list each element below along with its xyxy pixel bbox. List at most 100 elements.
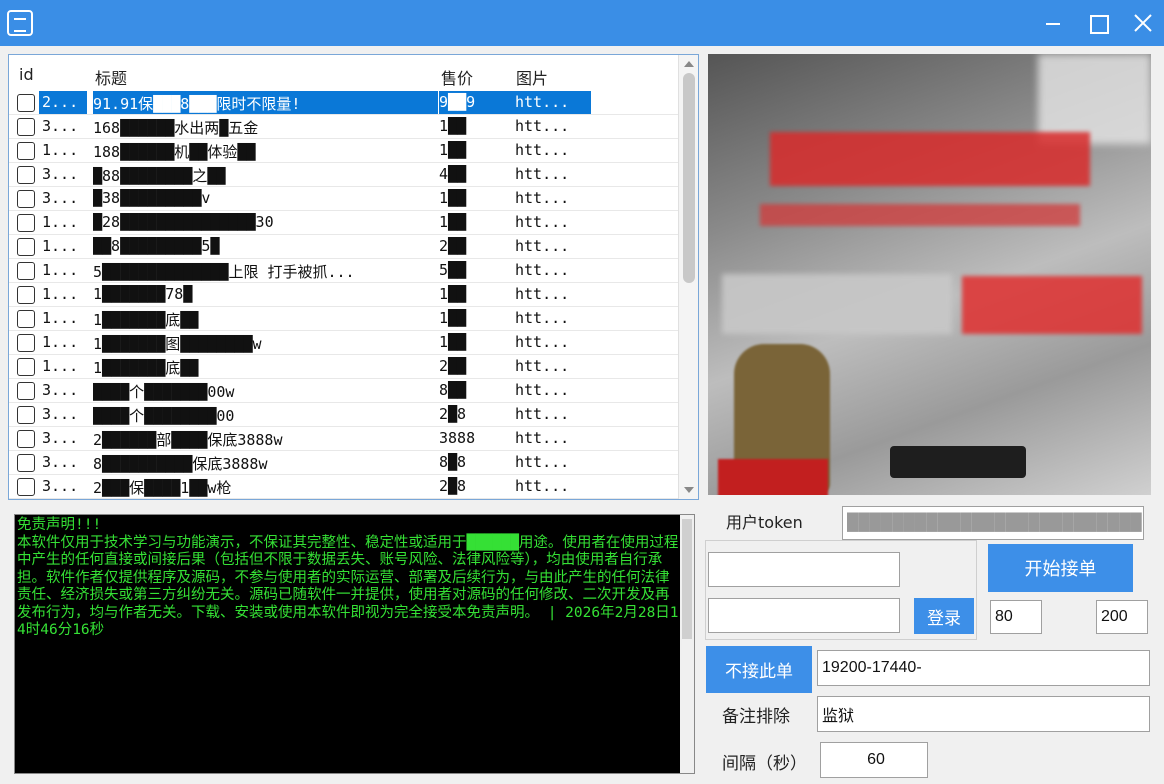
row-title: ████个████████00 (93, 407, 235, 425)
row-title: 1███████图████████w (93, 335, 262, 353)
row-id: 3... (42, 189, 79, 207)
row-price: 9██9 (439, 91, 515, 114)
table-header: id 标题 售价 图片 (9, 55, 679, 91)
row-checkbox[interactable] (17, 262, 35, 280)
row-title: 1███████底██ (93, 359, 199, 377)
table-row[interactable]: 3... ████个███████00w 8██ htt... (9, 379, 679, 403)
poster-character (718, 459, 828, 495)
row-id: 1... (42, 261, 79, 279)
row-checkbox[interactable] (17, 310, 35, 328)
row-id: 1... (42, 309, 79, 327)
table-row[interactable]: 3... █88████████之██ 4██ htt... (9, 163, 679, 187)
row-image-url: htt... (515, 237, 570, 255)
row-id: 3... (42, 405, 79, 423)
scroll-thumb[interactable] (683, 73, 695, 283)
table-row[interactable]: 3... 8██████████保底3888w 8█8 htt... (9, 451, 679, 475)
product-table: id 标题 售价 图片 2... 91.91保███8███限时不限量! 9██9 h… (8, 54, 699, 500)
row-id: 3... (42, 381, 79, 399)
row-checkbox[interactable] (17, 118, 35, 136)
row-checkbox[interactable] (17, 406, 35, 424)
table-row[interactable]: 1... 1███████底██ 2██ htt... (9, 355, 679, 379)
table-row[interactable]: 1... ██8█████████5█ 2██ htt... (9, 235, 679, 259)
row-title: █88████████之██ (93, 167, 226, 185)
row-checkbox[interactable] (17, 286, 35, 304)
table-row[interactable]: 1... 5██████████████上限 打手被抓... 5██ htt... (9, 259, 679, 283)
row-checkbox[interactable] (17, 358, 35, 376)
row-id: 3... (42, 117, 79, 135)
row-price: 8█8 (439, 453, 467, 471)
column-header-title[interactable]: 标题 (95, 65, 127, 89)
row-checkbox[interactable] (17, 142, 35, 160)
title-bar (0, 0, 1164, 46)
max-price-input[interactable]: 200 (1096, 600, 1148, 634)
column-header-price[interactable]: 售价 (441, 65, 473, 89)
row-checkbox[interactable] (17, 238, 35, 256)
scroll-up-icon[interactable] (684, 61, 694, 67)
close-icon (1134, 14, 1152, 32)
password-input[interactable] (708, 598, 900, 633)
close-button[interactable] (1118, 0, 1164, 46)
console-scroll-thumb[interactable] (682, 519, 692, 639)
account-input[interactable] (708, 552, 900, 587)
table-row[interactable]: 3... 168██████水出两█五金 1██ htt... (9, 115, 679, 139)
table-row[interactable]: 2... 91.91保███8███限时不限量! 9██9 htt... (9, 91, 679, 115)
row-checkbox[interactable] (17, 430, 35, 448)
row-price: 3888 (439, 429, 476, 447)
row-price: 2██ (439, 237, 467, 255)
row-id: 1... (42, 141, 79, 159)
log-console[interactable]: 免责声明!!! 本软件仅用于技术学习与功能演示，不保证其完整性、稳定性或适用于█… (14, 514, 695, 774)
row-title: 8██████████保底3888w (93, 455, 268, 473)
row-price: 1██ (439, 141, 467, 159)
column-header-image[interactable]: 图片 (516, 65, 548, 89)
row-checkbox[interactable] (17, 214, 35, 232)
poster-blur (1038, 54, 1151, 144)
skip-order-input[interactable]: 19200-17440- (817, 650, 1150, 686)
row-title: 1███████78█ (93, 285, 193, 303)
row-price: 2█8 (439, 405, 467, 423)
row-image-url: htt... (515, 165, 570, 183)
login-button[interactable]: 登录 (914, 598, 974, 634)
row-checkbox[interactable] (17, 190, 35, 208)
table-row[interactable]: 1... █28███████████████30 1██ htt... (9, 211, 679, 235)
row-checkbox[interactable] (17, 478, 35, 496)
row-title: ████个███████00w (93, 383, 235, 401)
skip-order-button[interactable]: 不接此单 (706, 646, 812, 693)
table-row[interactable]: 1... 1███████图████████w 1██ htt... (9, 331, 679, 355)
row-image-url: htt... (515, 381, 570, 399)
row-image-url: htt... (515, 91, 591, 114)
row-title: 168██████水出两█五金 (93, 119, 259, 137)
poster-blur (722, 274, 952, 334)
row-image-url: htt... (515, 309, 570, 327)
table-row[interactable]: 1... 1███████底██ 1██ htt... (9, 307, 679, 331)
table-row[interactable]: 3... ████个████████00 2█8 htt... (9, 403, 679, 427)
table-row[interactable]: 3... █38█████████v 1██ htt... (9, 187, 679, 211)
row-title: 188██████机██体验██ (93, 143, 256, 161)
table-row[interactable]: 1... 188██████机██体验██ 1██ htt... (9, 139, 679, 163)
column-header-id[interactable]: id (19, 65, 34, 84)
row-id: 1... (42, 357, 79, 375)
row-price: 1██ (439, 333, 467, 351)
console-scrollbar[interactable] (680, 515, 694, 773)
row-title: 2██████部████保底3888w (93, 431, 283, 449)
table-row[interactable]: 3... 2██████部████保底3888w 3888 htt... (9, 427, 679, 451)
row-checkbox[interactable] (17, 454, 35, 472)
row-checkbox[interactable] (17, 166, 35, 184)
interval-input[interactable]: 60 (820, 742, 928, 778)
table-scrollbar[interactable] (678, 55, 698, 499)
row-checkbox[interactable] (17, 382, 35, 400)
row-checkbox[interactable] (17, 94, 35, 112)
table-row[interactable]: 3... 2███保████1██w枪 2█8 htt... (9, 475, 679, 499)
table-body: 2... 91.91保███8███限时不限量! 9██9 htt... 3... 168… (9, 91, 679, 499)
maximize-button[interactable] (1074, 0, 1122, 46)
row-checkbox[interactable] (17, 334, 35, 352)
log-text: 免责声明!!! 本软件仅用于技术学习与功能演示，不保证其完整性、稳定性或适用于█… (17, 517, 679, 638)
min-price-input[interactable]: 80 (990, 600, 1042, 634)
start-order-button[interactable]: 开始接单 (988, 544, 1133, 592)
row-image-url: htt... (515, 357, 570, 375)
token-input[interactable]: ██████████████████████████ (842, 506, 1144, 540)
table-row[interactable]: 1... 1███████78█ 1██ htt... (9, 283, 679, 307)
row-price: 1██ (439, 189, 467, 207)
exclude-remark-input[interactable]: 监狱 (817, 696, 1150, 732)
scroll-down-icon[interactable] (684, 487, 694, 493)
minimize-button[interactable] (1028, 0, 1076, 46)
